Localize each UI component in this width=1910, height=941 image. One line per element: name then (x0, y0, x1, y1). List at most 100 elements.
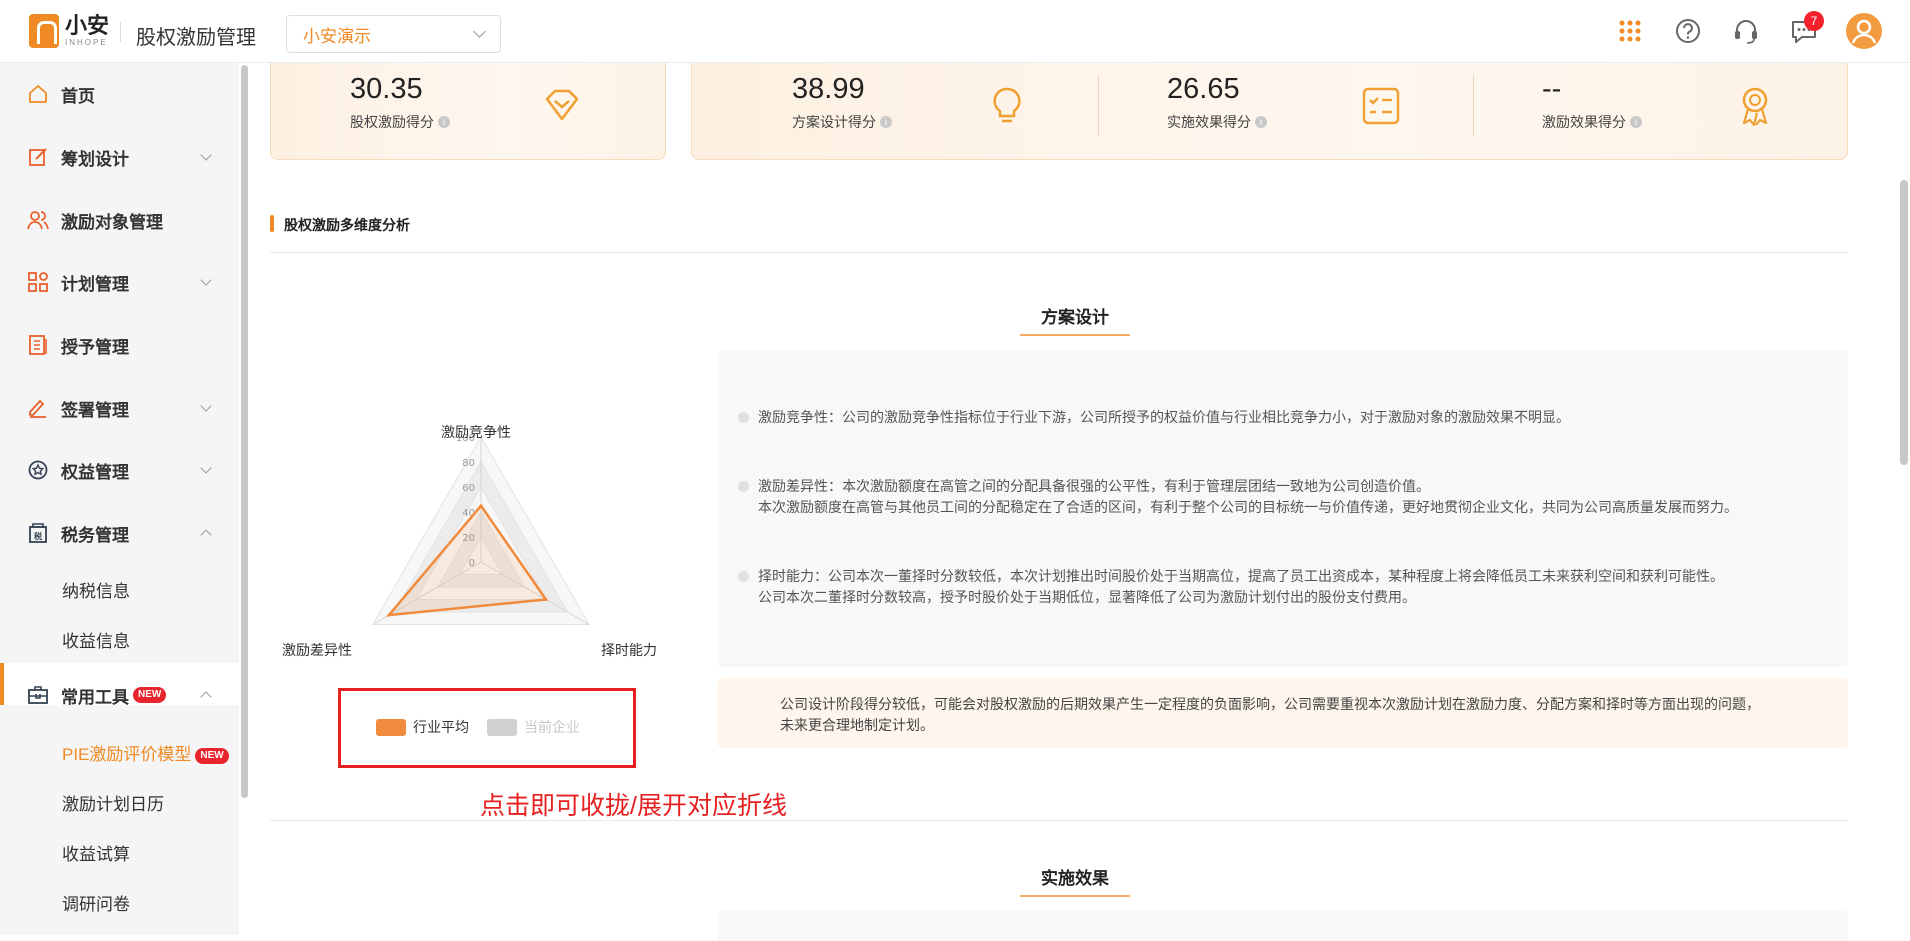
logo-mark-icon (29, 14, 59, 48)
avatar[interactable] (1846, 13, 1882, 49)
toolbox-icon (28, 686, 48, 704)
chevron-down-icon (200, 462, 212, 474)
legend-swatch (487, 718, 517, 736)
divider (270, 252, 1848, 253)
company-select[interactable]: 小安演示 (286, 15, 501, 53)
sidebar-item-recipients[interactable]: 激励对象管理 (0, 208, 239, 232)
sidebar-item-label: 常用工具 (61, 687, 129, 707)
score-value: 26.65 (1167, 73, 1240, 105)
conclusion-line: 未来更合理地制定计划。 (780, 717, 934, 733)
radar-axis-label: 激励差异性 (282, 642, 352, 658)
sidebar-item-plans[interactable]: 计划管理 (0, 270, 239, 294)
sidebar-item-home[interactable]: 首页 (0, 82, 239, 106)
badge-icon (28, 460, 48, 480)
sidebar-subitem-pie-model[interactable]: PIE激励评价模型 NEW (62, 740, 229, 765)
sidebar-item-tools[interactable]: 常用工具 NEW (0, 683, 239, 707)
score-block: 30.35 股权激励得分 i (350, 73, 450, 132)
legend-item-current-company[interactable]: 当前企业 (487, 717, 580, 737)
info-icon[interactable]: i (880, 116, 892, 128)
sidebar-item-planning[interactable]: 筹划设计 (0, 145, 239, 169)
sidebar-subitem-calendar[interactable]: 激励计划日历 (62, 790, 164, 815)
help-icon[interactable] (1673, 16, 1703, 46)
divider (1098, 75, 1099, 137)
bullet-dot (738, 412, 749, 423)
legend-item-industry-average[interactable]: 行业平均 (376, 717, 469, 737)
total-score-card: 30.35 股权激励得分 i (270, 63, 666, 160)
score-value: 30.35 (350, 73, 423, 105)
score-label: 股权激励得分 (350, 114, 434, 130)
score-value: -- (1542, 73, 1562, 105)
tax-icon: 税 (29, 523, 47, 543)
home-icon (29, 85, 47, 103)
sidebar-scrollbar[interactable] (241, 65, 248, 798)
bullet-dot (738, 481, 749, 492)
design-conclusion: 公司设计阶段得分较低，可能会对股权激励的后期效果产生一定程度的负面影响，公司需要… (718, 678, 1848, 748)
sidebar-subitem-survey[interactable]: 调研问卷 (62, 890, 130, 915)
sub-scores-card: 38.99 方案设计得分 i 26.65 实施效果得分 i -- 激励效果得分 i (691, 63, 1848, 160)
chevron-up-icon (200, 691, 212, 703)
radar-axis-label: 择时能力 (601, 642, 657, 658)
sidebar-subitem-income-calc[interactable]: 收益试算 (62, 840, 130, 865)
score-value: 38.99 (792, 73, 865, 105)
paragraph-line: 激励差异性：本次激励额度在高管之间的分配具备很强的公平性，有利于管理层团结一致地… (758, 478, 1430, 494)
users-icon (27, 211, 49, 230)
sidebar-item-tax[interactable]: 税 税务管理 (0, 521, 239, 545)
score-block: -- 激励效果得分 i (1542, 73, 1642, 132)
edit-icon (29, 148, 47, 166)
svg-text:税: 税 (34, 531, 42, 541)
chevron-down-icon (200, 400, 212, 412)
section-title: 股权激励多维度分析 (270, 215, 410, 235)
radar-data-point (479, 504, 483, 508)
radar-tick-label: 60 (462, 483, 475, 494)
paragraph-line: 公司本次二董择时分数较高，授予时股价处于当期低位，显著降低了公司为激励计划付出的… (758, 589, 1416, 605)
bullet-dot (738, 571, 749, 582)
sidebar-item-signing[interactable]: 签署管理 (0, 396, 239, 420)
divider (1473, 75, 1474, 137)
score-block: 26.65 实施效果得分 i (1167, 73, 1267, 132)
logo-name: 小安 (65, 13, 110, 38)
logo[interactable]: 小安 INHOPE (29, 14, 109, 48)
diamond-icon (545, 89, 579, 121)
medal-icon (1742, 87, 1768, 127)
radar-tick-label: 80 (462, 458, 475, 469)
sidebar-item-label: 税务管理 (61, 525, 129, 545)
customer-service-icon[interactable] (1731, 16, 1761, 46)
paragraph-line: 本次激励额度在高管与其他员工间的分配稳定在了合适的区间，有利于整个公司的目标统一… (758, 499, 1738, 515)
sidebar-subitem-label: PIE激励评价模型 (62, 745, 192, 764)
sidebar-subitem-tax-info[interactable]: 纳税信息 (62, 577, 130, 602)
score-label: 激励效果得分 (1542, 114, 1626, 130)
legend-swatch (376, 718, 406, 736)
annotation-hint: 点击即可收拢/展开对应折线 (480, 792, 787, 820)
new-tag: NEW (133, 687, 167, 703)
sidebar-subitem-income-info[interactable]: 收益信息 (62, 627, 130, 652)
radar-axis-label: 激励竞争性 (441, 424, 511, 440)
logo-subtitle: INHOPE (65, 38, 108, 47)
info-icon[interactable]: i (438, 116, 450, 128)
apps-grid-icon[interactable] (1615, 16, 1645, 46)
bulb-icon (993, 87, 1021, 123)
analysis-paragraph: 激励差异性：本次激励额度在高管之间的分配具备很强的公平性，有利于管理层团结一致地… (738, 476, 1738, 518)
score-block: 38.99 方案设计得分 i (792, 73, 892, 132)
divider (120, 22, 121, 42)
legend-label: 当前企业 (524, 719, 580, 735)
effect-analysis-box (718, 911, 1848, 941)
grid-icon (28, 272, 48, 292)
info-icon[interactable]: i (1630, 116, 1642, 128)
sidebar-item-grants[interactable]: 授予管理 (0, 333, 239, 357)
design-heading: 方案设计 (1020, 303, 1130, 336)
analysis-paragraph: 激励竞争性：公司的激励竞争性指标位于行业下游，公司所授予的权益价值与行业相比竞争… (738, 407, 1570, 428)
conclusion-line: 公司设计阶段得分较低，可能会对股权激励的后期效果产生一定程度的负面影响，公司需要… (780, 696, 1760, 712)
sidebar-item-equity[interactable]: 权益管理 (0, 458, 239, 482)
book-icon (29, 335, 47, 355)
design-analysis-box: 激励竞争性：公司的激励竞争性指标位于行业下游，公司所授予的权益价值与行业相比竞争… (718, 350, 1848, 667)
legend-highlight-box: 行业平均 当前企业 (338, 688, 636, 768)
info-icon[interactable]: i (1255, 116, 1267, 128)
legend-label: 行业平均 (413, 719, 469, 735)
score-label: 实施效果得分 (1167, 114, 1251, 130)
company-select-value: 小安演示 (303, 26, 371, 46)
sidebar-item-label: 首页 (61, 86, 95, 106)
new-tag: NEW (195, 747, 229, 764)
effect-heading: 实施效果 (1020, 864, 1130, 897)
paragraph-line: 激励竞争性：公司的激励竞争性指标位于行业下游，公司所授予的权益价值与行业相比竞争… (758, 409, 1570, 425)
main-scrollbar[interactable] (1900, 180, 1908, 465)
